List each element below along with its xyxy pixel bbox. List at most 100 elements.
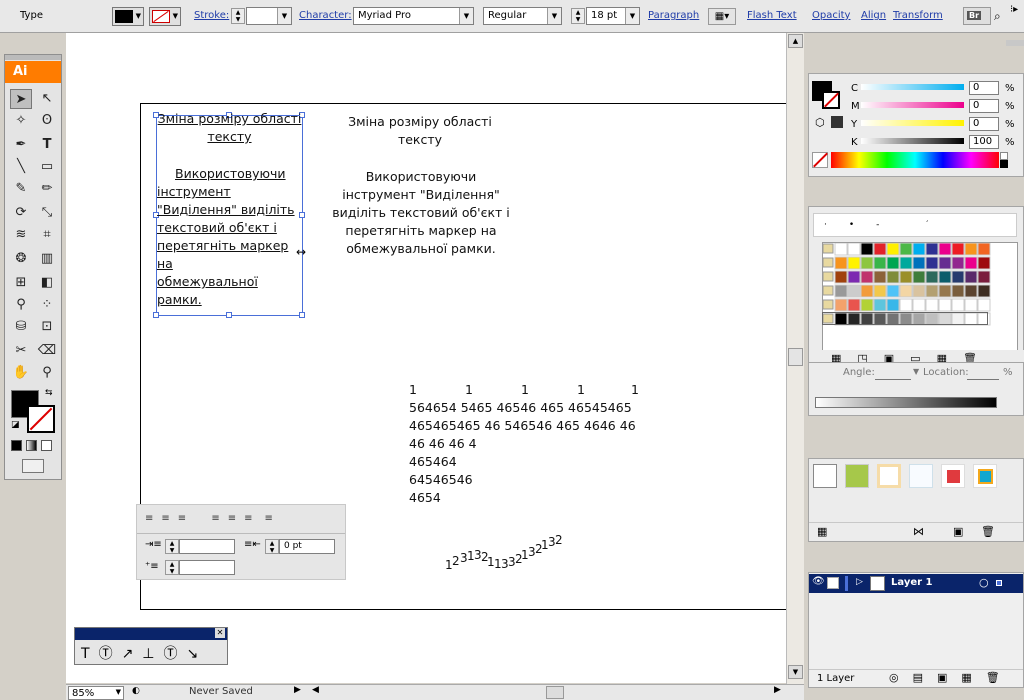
color-swatch[interactable] (951, 270, 965, 284)
resize-handle[interactable] (299, 312, 305, 318)
align-center-icon[interactable]: ≡ (161, 513, 177, 524)
target-icon[interactable]: ○ (979, 576, 989, 589)
pen-tool-icon[interactable]: ✒ (10, 135, 32, 155)
vertical-type-tool-icon[interactable]: ⊥ (142, 646, 163, 662)
layer-row[interactable]: 👁 ▷ Layer 1 ○ (809, 574, 1023, 593)
channel-value-field[interactable]: 0 (969, 81, 999, 95)
chevron-down-icon[interactable]: ▼ (116, 688, 121, 696)
type-tool-icon[interactable]: T (36, 135, 58, 155)
color-swatch[interactable] (925, 298, 939, 312)
lasso-tool-icon[interactable]: ʘ (36, 111, 58, 131)
panel-collapse-grip[interactable] (1006, 40, 1024, 46)
stroke-color-swatch[interactable] (822, 91, 840, 109)
font-size-select[interactable]: 18 pt ▼ (586, 7, 640, 25)
align-left-icon[interactable]: ≡ (145, 513, 161, 524)
color-swatch[interactable] (964, 298, 978, 312)
color-swatch[interactable] (860, 270, 874, 284)
right-indent-field[interactable]: 0 pt (279, 539, 335, 554)
style-swatch[interactable] (877, 464, 901, 488)
scroll-thumb[interactable] (788, 348, 803, 366)
bridge-button[interactable]: Br (963, 7, 991, 25)
slice-tool-icon[interactable]: ✂ (10, 341, 32, 361)
paragraph-link[interactable]: Paragraph (648, 10, 699, 21)
color-swatch[interactable] (912, 256, 926, 270)
style-libraries-icon[interactable]: ▦ (817, 525, 827, 538)
style-swatch[interactable] (909, 464, 933, 488)
horizontal-scroll-thumb[interactable] (546, 686, 564, 699)
none-mode-icon[interactable] (41, 440, 52, 451)
lock-toggle[interactable] (827, 577, 839, 589)
close-icon[interactable]: ✕ (215, 628, 225, 638)
style-swatch[interactable] (813, 464, 837, 488)
paintbrush-tool-icon[interactable]: ✎ (10, 179, 32, 199)
color-swatch[interactable] (873, 270, 887, 284)
brush-strokes-row[interactable]: ·•‐ ′ ·● (813, 213, 1017, 252)
color-swatch[interactable] (860, 243, 874, 256)
scroll-up-arrow[interactable]: ▲ (788, 34, 803, 48)
last-color-swatch[interactable] (831, 116, 843, 128)
white-swatch[interactable] (1000, 152, 1008, 160)
swatch-group-folder-icon[interactable] (823, 285, 834, 296)
color-swatch[interactable] (873, 284, 887, 298)
color-swatch[interactable] (951, 243, 965, 256)
color-swatch[interactable] (860, 298, 874, 312)
layer-name[interactable]: Layer 1 (891, 577, 932, 588)
symbol-sprayer-tool-icon[interactable]: ❂ (10, 249, 32, 269)
color-swatch[interactable] (977, 243, 991, 256)
expand-triangle-icon[interactable]: ▷ (856, 577, 863, 587)
color-swatch[interactable] (899, 256, 913, 270)
color-swatch[interactable] (977, 270, 991, 284)
vertical-path-type-tool-icon[interactable]: ↘ (187, 646, 208, 662)
color-spectrum[interactable] (831, 152, 999, 168)
stroke-color-swatch[interactable] (27, 405, 55, 433)
style-swatch[interactable] (941, 464, 965, 488)
stroke-weight-field[interactable]: ▼ (246, 7, 292, 25)
area-type-tool-icon[interactable]: Ⓣ (99, 646, 122, 662)
color-swatch[interactable] (847, 284, 861, 298)
color-swatch[interactable] (977, 284, 991, 298)
break-link-icon[interactable]: ⋈ (913, 525, 924, 538)
color-swatch[interactable] (834, 284, 848, 298)
chevron-down-icon[interactable]: ▼ (277, 8, 291, 24)
color-swatch[interactable] (834, 256, 848, 270)
status-menu-arrow[interactable]: ▶ (294, 685, 301, 695)
mesh-tool-icon[interactable]: ⊞ (10, 273, 32, 293)
default-colors-icon[interactable]: ◪ (11, 420, 20, 430)
gradient-mode-icon[interactable] (26, 440, 37, 451)
color-swatch[interactable] (834, 298, 848, 312)
live-paint-selection-tool-icon[interactable]: ⊡ (36, 317, 58, 337)
color-swatch[interactable] (977, 298, 991, 312)
new-style-icon[interactable]: ▣ (953, 525, 963, 538)
color-swatch[interactable] (899, 284, 913, 298)
eraser-tool-icon[interactable]: ⌫ (36, 341, 58, 361)
location-field[interactable] (967, 367, 999, 380)
style-swatch[interactable] (973, 464, 997, 488)
color-swatch[interactable] (951, 298, 965, 312)
color-swatch[interactable] (964, 270, 978, 284)
magenta-slider[interactable] (861, 102, 964, 108)
color-swatch[interactable] (964, 256, 978, 270)
type-tool-icon[interactable]: T (81, 646, 99, 662)
color-swatch[interactable] (964, 284, 978, 298)
channel-value-field[interactable]: 0 (969, 117, 999, 131)
justify-right-icon[interactable]: ≡ (244, 513, 260, 524)
resize-handle[interactable] (226, 312, 232, 318)
flyout-titlebar[interactable]: ✕ (75, 628, 227, 640)
color-swatch[interactable] (951, 284, 965, 298)
trash-icon[interactable]: 🗑 (981, 525, 995, 538)
color-swatch[interactable] (886, 256, 900, 270)
first-line-indent-field[interactable] (179, 560, 235, 575)
color-swatch[interactable] (964, 243, 978, 256)
color-swatch[interactable] (899, 298, 913, 312)
rectangle-tool-icon[interactable]: ▭ (36, 157, 58, 177)
color-swatch[interactable] (925, 284, 939, 298)
channel-value-field[interactable]: 0 (969, 99, 999, 113)
panel-menu-icon[interactable]: ⁝▸ (1010, 4, 1018, 15)
scale-tool-icon[interactable]: ⤡ (36, 203, 58, 223)
type-on-path-tool-icon[interactable]: ↗ (122, 646, 143, 662)
line-tool-icon[interactable]: ╲ (10, 157, 32, 177)
font-size-stepper[interactable]: ▲ ▼ (571, 8, 585, 24)
cyan-slider[interactable] (861, 84, 964, 90)
scroll-down-arrow[interactable]: ▼ (788, 665, 803, 679)
font-style-select[interactable]: Regular ▼ (483, 7, 562, 25)
